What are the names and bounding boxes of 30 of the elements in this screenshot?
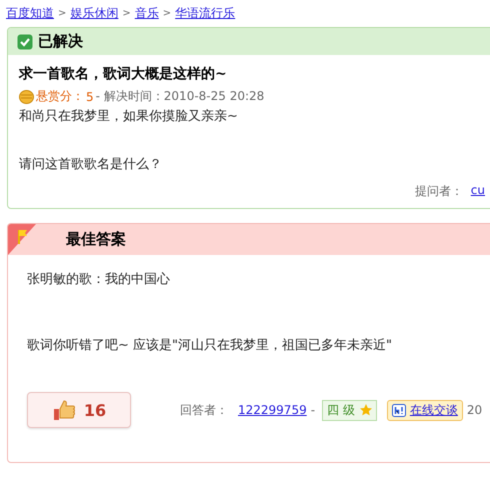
- asker-link[interactable]: cu: [470, 183, 485, 200]
- dash-separator: -: [310, 403, 316, 417]
- status-title: 已解决: [38, 32, 83, 51]
- thumbs-up-icon: [52, 399, 76, 421]
- answer-title: 最佳答案: [66, 230, 126, 249]
- answer-date: 20: [466, 403, 482, 417]
- answer-text: 歌词你听错了吧~ 应该是"河山只在我梦里，祖国已多年未亲近": [27, 337, 393, 354]
- answer-text: 张明敏的歌：我的中国心: [27, 271, 171, 288]
- chat-link[interactable]: 在线交谈: [386, 400, 463, 420]
- answerer-label: 回答者：: [180, 402, 228, 418]
- reward-label: 悬赏分：: [36, 88, 84, 105]
- reward-value: 5: [86, 90, 94, 104]
- level-badge: 四 级: [322, 400, 377, 420]
- breadcrumb-link[interactable]: 华语流行乐: [175, 4, 236, 22]
- like-button[interactable]: 16: [27, 392, 131, 428]
- question-title: 求一首歌名，歌词大概是这样的~: [19, 65, 228, 83]
- coins-icon: [19, 90, 34, 104]
- question-text: 和尚只在我梦里，如果你摸脸又亲亲~: [19, 108, 239, 125]
- breadcrumb-separator: >: [58, 8, 66, 18]
- answerer-link[interactable]: 122299759: [238, 403, 307, 417]
- asker-label: 提问者：: [414, 183, 463, 200]
- breadcrumb-separator: >: [122, 8, 131, 18]
- solved-time: - 解决时间：2010-8-25 20:28: [96, 88, 264, 105]
- breadcrumb-link[interactable]: 百度知道: [6, 4, 54, 22]
- breadcrumb-link[interactable]: 音乐: [134, 4, 159, 22]
- breadcrumb-separator: >: [162, 8, 172, 18]
- flag-icon: [8, 224, 36, 255]
- question-text: 请问这首歌歌名是什么？: [19, 156, 163, 173]
- chat-logo-icon: [392, 404, 406, 416]
- breadcrumb-link[interactable]: 娱乐休闲: [70, 4, 118, 22]
